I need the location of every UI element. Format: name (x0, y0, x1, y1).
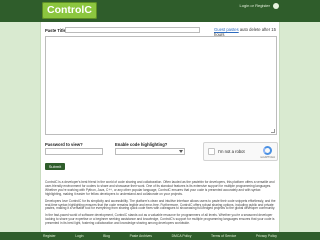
recaptcha-icon (263, 146, 272, 155)
paste-title-input[interactable] (65, 27, 200, 33)
footer-link-terms[interactable]: Terms of Service (211, 234, 236, 238)
paste-title-label: Paste Title: (45, 28, 68, 33)
footer-link-login[interactable]: Login (75, 234, 83, 238)
recaptcha-widget: I'm not a robot reCAPTCHA (203, 142, 278, 161)
description-paragraph: ControlC is a developer's best friend in… (45, 180, 275, 196)
site-description: ControlC is a developer's best friend in… (45, 180, 278, 229)
paste-editor[interactable] (45, 36, 277, 135)
description-paragraph: Developers love ControlC for its simplic… (45, 198, 276, 211)
footer-links: Register Login Blog Paste Archives DMCA … (40, 232, 280, 240)
main-panel: Paste Title: Guest pastes auto delete af… (40, 22, 280, 232)
password-label: Password to view? (45, 142, 83, 147)
user-icon (273, 3, 279, 9)
recaptcha-brand: reCAPTCHA (260, 156, 275, 159)
site-logo[interactable]: ControlC (42, 2, 97, 19)
password-input[interactable] (45, 148, 103, 155)
footer-link-dmca[interactable]: DMCA Policy (172, 234, 192, 238)
highlight-select[interactable] (115, 148, 185, 155)
login-link[interactable]: Login or Register (240, 3, 270, 8)
footer: Register Login Blog Paste Archives DMCA … (0, 232, 320, 240)
footer-link-privacy[interactable]: Privacy Policy (256, 234, 277, 238)
description-paragraph: In the fast-paced world of software deve… (45, 213, 275, 226)
top-bar: ControlC Login or Register (0, 0, 320, 22)
footer-link-archives[interactable]: Paste Archives (130, 234, 152, 238)
submit-button[interactable]: Submit (45, 163, 65, 170)
footer-link-blog[interactable]: Blog (103, 234, 110, 238)
captcha-checkbox[interactable] (208, 148, 215, 155)
chevron-down-icon (179, 150, 183, 153)
captcha-text: I'm not a robot (218, 149, 245, 154)
footer-link-register[interactable]: Register (43, 234, 56, 238)
highlight-label: Enable code highlighting? (115, 142, 168, 147)
